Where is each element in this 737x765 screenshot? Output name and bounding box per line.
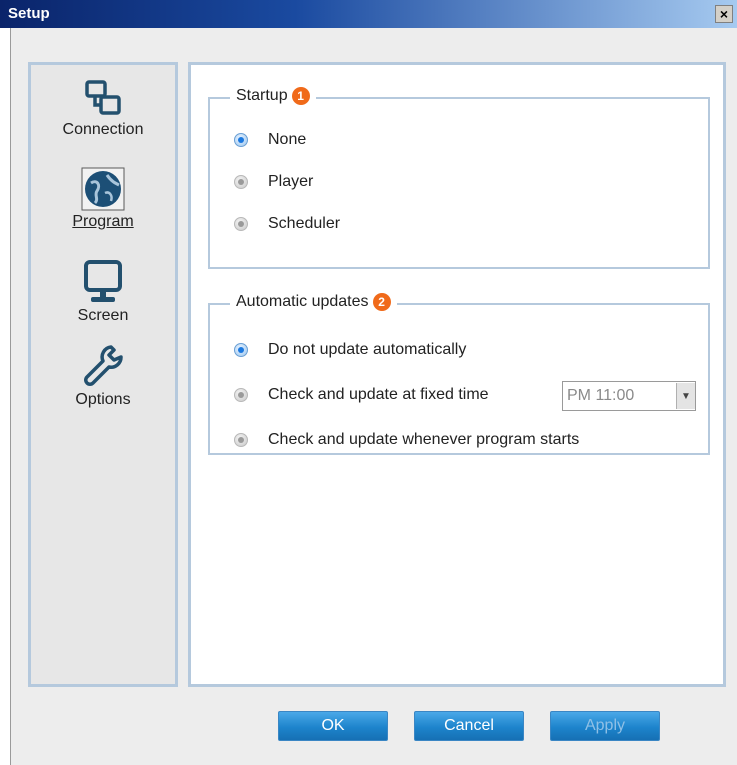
radio-icon[interactable] bbox=[234, 133, 248, 147]
radio-label: Do not update automatically bbox=[268, 341, 467, 358]
sidebar-item-label: Connection bbox=[62, 121, 144, 138]
radio-update-on-start[interactable]: Check and update whenever program starts bbox=[234, 431, 579, 449]
startup-legend: Startup 1 bbox=[230, 87, 316, 105]
apply-button[interactable]: Apply bbox=[550, 711, 660, 741]
cancel-button[interactable]: Cancel bbox=[414, 711, 524, 741]
main-panel: Startup 1 None Player Scheduler Automati… bbox=[188, 62, 726, 687]
connection-icon bbox=[85, 80, 121, 115]
close-button[interactable]: × bbox=[715, 5, 733, 23]
radio-label: Check and update at fixed time bbox=[268, 386, 489, 403]
time-select-value: PM 11:00 bbox=[567, 387, 635, 404]
radio-label: Scheduler bbox=[268, 215, 341, 232]
wrench-icon bbox=[84, 345, 123, 386]
sidebar-item-label: Program bbox=[72, 213, 134, 230]
radio-icon[interactable] bbox=[234, 433, 248, 447]
startup-group: Startup 1 None Player Scheduler bbox=[208, 87, 710, 269]
radio-label: Player bbox=[268, 173, 314, 190]
globe-icon bbox=[81, 167, 125, 211]
updates-legend: Automatic updates 2 bbox=[230, 293, 397, 311]
radio-update-fixed-time[interactable]: Check and update at fixed time bbox=[234, 386, 489, 404]
radio-label: None bbox=[268, 131, 307, 148]
window-title: Setup bbox=[8, 5, 50, 22]
sidebar-item-options[interactable]: Options bbox=[31, 343, 175, 409]
updates-group: Automatic updates 2 Do not update automa… bbox=[208, 293, 710, 455]
radio-icon[interactable] bbox=[234, 388, 248, 402]
monitor-icon bbox=[84, 260, 122, 302]
chevron-down-icon[interactable]: ▼ bbox=[676, 383, 695, 409]
ok-button[interactable]: OK bbox=[278, 711, 388, 741]
startup-legend-label: Startup bbox=[236, 87, 288, 104]
radio-update-none[interactable]: Do not update automatically bbox=[234, 341, 466, 359]
time-select[interactable]: PM 11:00 ▼ bbox=[562, 381, 696, 411]
sidebar-item-screen[interactable]: Screen bbox=[31, 259, 175, 325]
sidebar-item-connection[interactable]: Connection bbox=[31, 79, 175, 139]
sidebar-item-label: Screen bbox=[77, 307, 129, 324]
radio-startup-scheduler[interactable]: Scheduler bbox=[234, 215, 340, 233]
startup-badge: 1 bbox=[291, 87, 310, 105]
radio-icon[interactable] bbox=[234, 217, 248, 231]
radio-startup-none[interactable]: None bbox=[234, 131, 306, 149]
radio-icon[interactable] bbox=[234, 175, 248, 189]
updates-badge: 2 bbox=[372, 293, 391, 311]
updates-legend-label: Automatic updates bbox=[236, 293, 369, 310]
title-bar: Setup × bbox=[0, 0, 737, 28]
sidebar-item-label: Options bbox=[75, 391, 131, 408]
sidebar-item-program[interactable]: Program bbox=[31, 167, 175, 231]
sidebar: Connection Program Screen Options bbox=[28, 62, 178, 687]
radio-icon[interactable] bbox=[234, 343, 248, 357]
radio-label: Check and update whenever program starts bbox=[268, 431, 580, 448]
radio-startup-player[interactable]: Player bbox=[234, 173, 313, 191]
